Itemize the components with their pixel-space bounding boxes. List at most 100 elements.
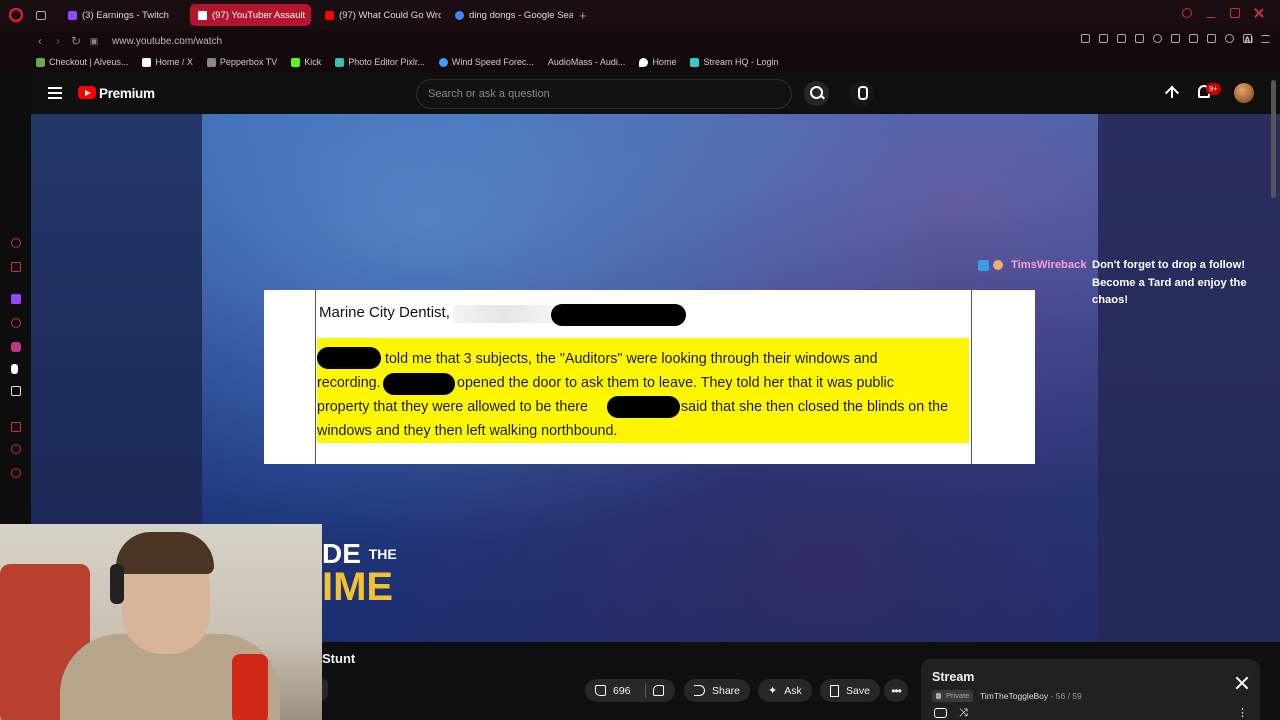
address-bar: ‹ › ↻ ▣ www.youtube.com/watch AI (0, 30, 1280, 52)
share-button[interactable]: Share (684, 679, 751, 702)
subscribe-button[interactable] (322, 678, 328, 700)
bookmark-item[interactable]: Home / X (142, 57, 193, 67)
new-tab-button[interactable]: + (579, 8, 587, 23)
watermark-small: THE (368, 546, 397, 562)
minimize-icon[interactable] (1206, 8, 1216, 18)
tab-label: (97) What Could Go Wrong (339, 9, 441, 21)
gear-icon[interactable] (11, 444, 21, 454)
save-button[interactable]: Save (820, 679, 880, 702)
playlist-owner[interactable]: TimTheToggleBoy (980, 691, 1048, 701)
like-count[interactable]: 696 (613, 685, 631, 697)
bookmark-item[interactable]: Kick (291, 57, 321, 67)
location-pin-icon (639, 57, 649, 67)
forward-icon[interactable]: › (50, 34, 66, 48)
x-icon[interactable] (11, 386, 21, 396)
bookmark-item[interactable]: Wind Speed Forec... (438, 57, 534, 67)
maximize-icon[interactable] (1230, 8, 1240, 18)
bookmark-item[interactable]: Home (639, 57, 676, 67)
bot-icon[interactable] (11, 262, 21, 272)
back-icon[interactable]: ‹ (32, 34, 48, 48)
instagram-icon[interactable] (11, 342, 21, 352)
bookmark-favicon-icon (690, 57, 700, 67)
profile-icon[interactable] (1225, 34, 1234, 43)
tab-label: (97) YouTuber Assault (212, 9, 306, 21)
browser-tab-google[interactable]: ding dongs - Google Search (447, 4, 573, 26)
kick-logo-icon (291, 57, 301, 67)
shield-icon[interactable] (1117, 34, 1126, 43)
tiktok-icon[interactable] (11, 364, 18, 374)
snapshot-icon[interactable] (1099, 34, 1108, 43)
browser-menu-icon[interactable] (1261, 35, 1270, 43)
youtube-brand[interactable]: Premium (99, 86, 155, 101)
dislike-icon[interactable] (652, 685, 664, 696)
more-horizontal-icon: ••• (891, 683, 902, 698)
close-icon[interactable] (1235, 676, 1249, 690)
save-label: Save (846, 684, 870, 697)
bookmark-item[interactable]: Pepperbox TV (206, 57, 278, 67)
wallet-icon[interactable] (1189, 34, 1198, 43)
chat-message: Don't forget to drop a follow! Become a … (1092, 259, 1247, 306)
share-icon (694, 685, 705, 696)
url-text[interactable]: www.youtube.com/watch (112, 36, 222, 47)
settings-icon[interactable] (11, 422, 21, 432)
document-line: windows and they then left walking north… (317, 423, 618, 439)
avatar[interactable] (1234, 83, 1254, 103)
bookmark-item[interactable]: AudioMass - Audi... (548, 57, 626, 67)
browser-tab-youtube-active[interactable]: (97) YouTuber Assault (190, 4, 311, 26)
bookmark-item[interactable]: Stream HQ - Login (690, 57, 778, 67)
menu-icon[interactable] (48, 87, 62, 99)
download-icon[interactable] (1207, 34, 1216, 43)
tab-label: (3) Earnings - Twitch (82, 9, 169, 21)
shuffle-icon[interactable]: ⤨ (959, 708, 968, 719)
tab-overview-icon[interactable] (36, 10, 46, 20)
upload-icon[interactable] (1164, 84, 1180, 102)
browser-tab-twitch[interactable]: (3) Earnings - Twitch (60, 4, 178, 26)
pin-icon[interactable] (1081, 34, 1090, 43)
bookmark-favicon-icon (36, 57, 45, 67)
close-window-icon[interactable] (1253, 8, 1264, 18)
twitch-icon[interactable] (11, 294, 21, 304)
like-divider (644, 683, 646, 698)
webcam-overlay (0, 524, 322, 720)
bookmark-icon (830, 684, 839, 697)
loop-icon[interactable] (934, 708, 947, 718)
bookmark-label: Wind Speed Forec... (451, 57, 534, 67)
play-icon[interactable] (1135, 34, 1144, 43)
percent-icon[interactable] (11, 318, 21, 328)
bookmark-item[interactable]: Checkout | Alveus... (36, 57, 128, 67)
search-input[interactable]: Search or ask a question (416, 79, 792, 109)
more-actions-button[interactable]: ••• (884, 679, 908, 702)
page-scrollbar[interactable] (1271, 80, 1276, 198)
ambient-right (1098, 114, 1280, 642)
search-placeholder: Search or ask a question (428, 88, 550, 100)
like-icon[interactable] (595, 685, 606, 696)
ai-label: AI (1243, 34, 1253, 45)
opera-logo-icon[interactable] (9, 8, 23, 22)
google-favicon-icon (455, 10, 464, 20)
bookmark-label: Pepperbox TV (219, 57, 278, 67)
playlist-menu-icon[interactable]: ⋮ (1237, 708, 1248, 719)
screen: (3) Earnings - Twitch (97) YouTuber Assa… (0, 0, 1280, 720)
window-controls (1182, 8, 1264, 18)
aria-icon[interactable]: AI (1243, 34, 1253, 45)
blurred-name (453, 305, 553, 323)
bookmark-label: Stream HQ - Login (703, 57, 779, 67)
search-button[interactable] (804, 81, 829, 106)
youtube-logo-icon[interactable] (78, 86, 96, 99)
redaction-bar (317, 347, 381, 369)
heart-icon[interactable] (1153, 34, 1162, 43)
history-icon[interactable] (11, 238, 21, 248)
document-line: recording. (317, 375, 381, 391)
ask-button[interactable]: ✦ Ask (758, 679, 812, 702)
browser-tab-youtube-2[interactable]: (97) What Could Go Wrong (317, 4, 441, 26)
tab-label: ding dongs - Google Search (469, 9, 573, 21)
reload-icon[interactable]: ↻ (68, 34, 84, 48)
search-tabs-icon[interactable] (1182, 8, 1192, 18)
microphone (232, 654, 268, 720)
bookmark-item[interactable]: Photo Editor Pixlr... (335, 57, 425, 67)
extensions-icon[interactable] (1171, 34, 1180, 43)
voice-search-icon[interactable] (849, 81, 874, 106)
more-icon[interactable] (11, 468, 21, 478)
bookmarks-bar: Checkout | Alveus... Home / X Pepperbox … (0, 52, 1280, 72)
playlist-title[interactable]: Stream (932, 670, 974, 684)
